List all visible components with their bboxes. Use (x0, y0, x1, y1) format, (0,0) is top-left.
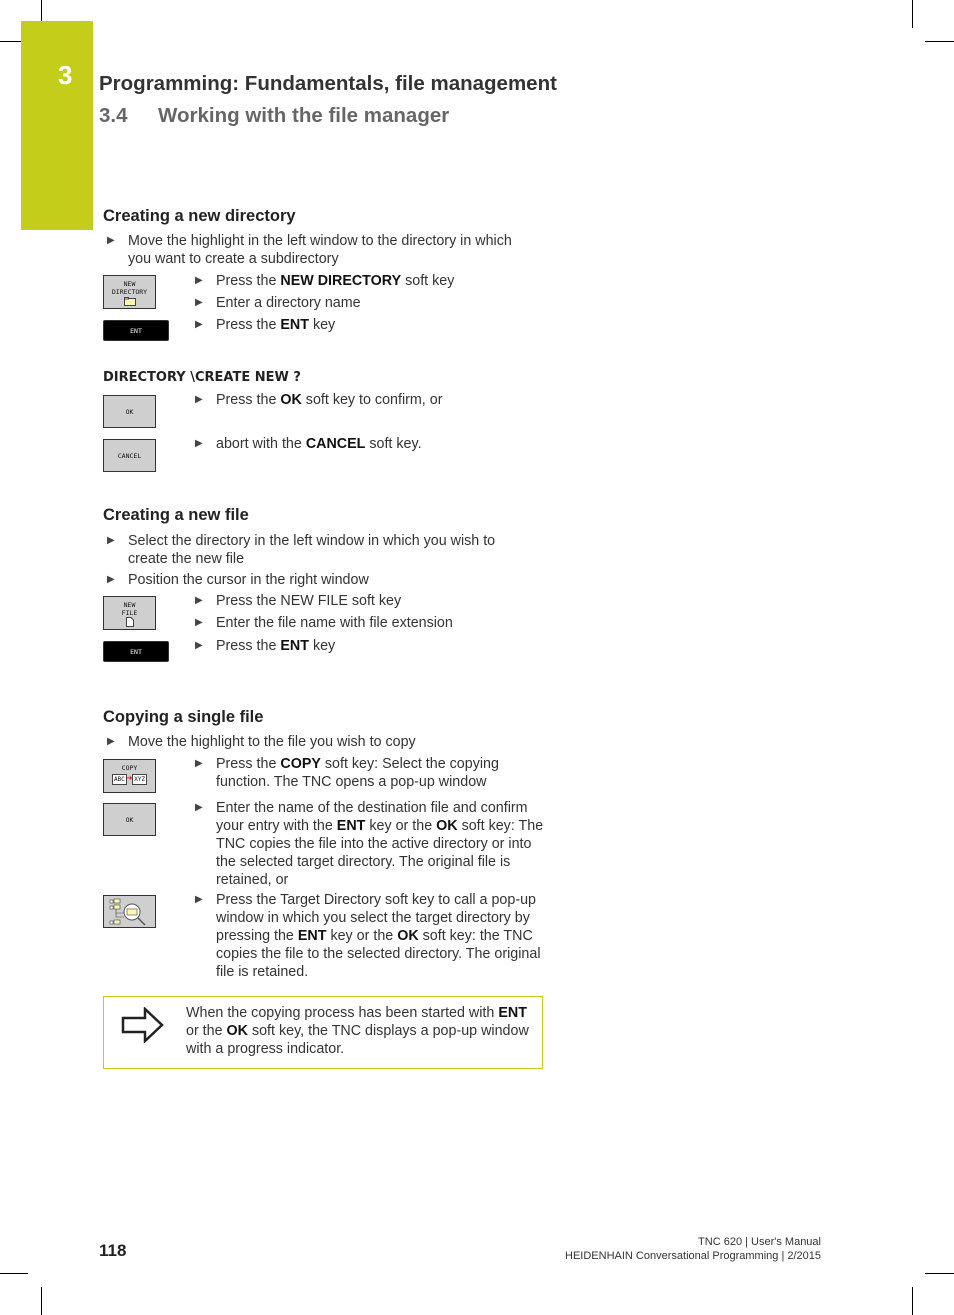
step-item: ▶ Press the ENT key (195, 317, 336, 333)
ent-key[interactable]: ENT (103, 641, 169, 662)
ok-softkey[interactable]: OK (103, 803, 156, 836)
bullet-triangle-icon: ▶ (195, 394, 203, 405)
crop-mark (41, 1287, 42, 1315)
note-text: When the copying process has been starte… (186, 1005, 529, 1057)
step-item: ▶ Press the NEW FILE soft key (195, 593, 402, 609)
bullet-triangle-icon: ▶ (195, 319, 203, 330)
footer-line1: TNC 620 | User's Manual (698, 1236, 821, 1248)
cancel-softkey[interactable]: CANCEL (103, 439, 156, 472)
copy-icon: ABC ➜ XYZ (104, 774, 155, 785)
heading-new-file: Creating a new file (103, 506, 249, 524)
step-item: ▶ Press the ENT key (195, 638, 336, 654)
file-icon (125, 617, 134, 627)
step-item: ▶ Press the NEW DIRECTORY soft key (195, 273, 455, 289)
heading-copy-file: Copying a single file (103, 708, 264, 726)
footer-line2: HEIDENHAIN Conversational Programming | … (565, 1250, 821, 1262)
bullet-triangle-icon: ▶ (107, 736, 115, 747)
bullet-triangle-icon: ▶ (107, 574, 115, 585)
bullet-triangle-icon: ▶ (195, 894, 203, 905)
source-file-icon: ABC (111, 774, 127, 785)
bullet-item: ▶ Move the highlight to the file you wish… (107, 734, 416, 750)
arrow-right-icon (121, 1007, 164, 1043)
bullet-triangle-icon: ▶ (107, 535, 115, 546)
bullet-triangle-icon: ▶ (195, 595, 203, 606)
bullet-triangle-icon: ▶ (195, 802, 203, 813)
page-number: 118 (99, 1241, 127, 1260)
chapter-tab (21, 21, 93, 230)
step-item: ▶ Enter the name of the destination file … (195, 800, 544, 888)
step-item: ▶ abort with the CANCEL soft key. (195, 436, 422, 452)
bullet-triangle-icon: ▶ (107, 235, 115, 246)
crop-mark (41, 0, 42, 21)
heading-new-directory: Creating a new directory (103, 207, 296, 225)
bullet-triangle-icon: ▶ (195, 640, 203, 651)
bullet-item: ▶ Move the highlight in the left window t… (107, 233, 512, 267)
new-directory-softkey[interactable]: NEW DIRECTORY (103, 275, 156, 309)
ok-softkey[interactable]: OK (103, 395, 156, 428)
bullet-triangle-icon: ▶ (195, 617, 203, 628)
bullet-item: ▶ Select the directory in the left window… (107, 533, 496, 567)
bullet-item: ▶ Position the cursor in the right window (107, 572, 369, 588)
crop-mark (925, 41, 954, 42)
dialog-prompt: DIRECTORY \CREATE NEW ? (103, 370, 301, 385)
ent-key[interactable]: ENT (103, 320, 169, 341)
copy-softkey[interactable]: COPY ABC ➜ XYZ (103, 759, 156, 793)
bullet-triangle-icon: ▶ (195, 438, 203, 449)
chapter-number: 3 (58, 60, 73, 90)
step-item: ▶ Press the COPY soft key: Select the cop… (195, 756, 499, 790)
step-item: ▶ Press the OK soft key to confirm, or (195, 392, 443, 408)
crop-mark (0, 1273, 28, 1274)
folder-icon (123, 297, 136, 306)
footer-info: TNC 620 | User's Manual HEIDENHAIN Conve… (565, 1235, 821, 1263)
chapter-title: Programming: Fundamentals, file manageme… (99, 72, 557, 95)
bullet-triangle-icon: ▶ (195, 297, 203, 308)
step-item: ▶ Press the Target Directory soft key to … (195, 892, 541, 980)
bullet-triangle-icon: ▶ (195, 758, 203, 769)
directory-tree-search-icon (109, 898, 146, 926)
target-directory-softkey[interactable] (103, 895, 156, 928)
target-file-icon: XYZ (132, 774, 148, 785)
new-file-softkey[interactable]: NEW FILE (103, 596, 156, 630)
bullet-triangle-icon: ▶ (195, 275, 203, 286)
section-heading: 3.4 Working with the file manager (99, 104, 449, 128)
section-number: 3.4 (99, 104, 128, 127)
crop-mark (912, 1287, 913, 1315)
note-box: When the copying process has been starte… (103, 996, 543, 1069)
section-title: Working with the file manager (158, 104, 450, 127)
crop-mark (925, 1273, 954, 1274)
step-item: ▶ Enter the file name with file extension (195, 615, 453, 631)
crop-mark (0, 41, 21, 42)
crop-mark (912, 0, 913, 28)
step-item: ▶ Enter a directory name (195, 295, 361, 311)
